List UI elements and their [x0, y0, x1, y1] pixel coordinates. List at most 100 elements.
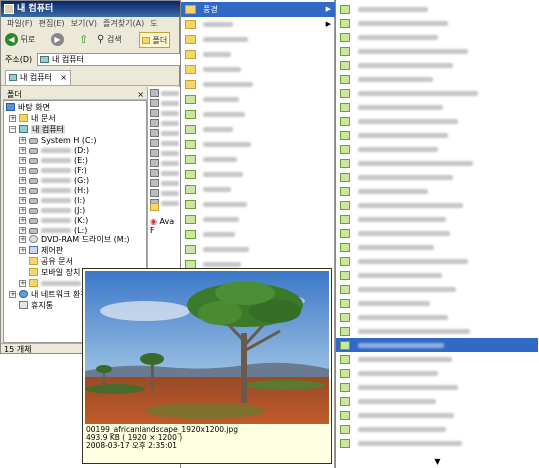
menu-item[interactable]: [336, 380, 538, 394]
expand-icon[interactable]: +: [19, 280, 26, 287]
menu-item[interactable]: [336, 436, 538, 450]
menu-item[interactable]: [336, 2, 538, 16]
menu-item[interactable]: [336, 282, 538, 296]
menu-item[interactable]: [181, 32, 335, 47]
tree-item-mobile[interactable]: 모바일 장치: [19, 267, 80, 278]
expand-icon[interactable]: +: [19, 217, 26, 224]
drive-list-icon[interactable]: [150, 119, 159, 127]
expand-icon[interactable]: +: [9, 115, 16, 122]
menu-item[interactable]: [336, 142, 538, 156]
expand-icon[interactable]: +: [19, 177, 26, 184]
tree-item-recycle-bin[interactable]: 휴지통: [9, 300, 53, 311]
menu-item[interactable]: [336, 226, 538, 240]
search-button[interactable]: ⚲ 검색: [97, 32, 122, 48]
menu-item[interactable]: ▶: [181, 17, 335, 32]
menu-item[interactable]: [336, 352, 538, 366]
menu-item[interactable]: [336, 408, 538, 422]
menu-item[interactable]: [336, 254, 538, 268]
drive-list-icon[interactable]: [150, 139, 159, 147]
menu-item[interactable]: [336, 114, 538, 128]
drive-list-icon[interactable]: [150, 99, 159, 107]
drive-list-icon[interactable]: [150, 149, 159, 157]
menu-item[interactable]: [336, 268, 538, 282]
menu-item[interactable]: [336, 58, 538, 72]
menu-item[interactable]: [181, 62, 335, 77]
folders-button[interactable]: 폴더: [139, 32, 171, 48]
expand-icon[interactable]: +: [19, 137, 26, 144]
menu-item[interactable]: [181, 77, 335, 92]
drive-list-icon[interactable]: [150, 89, 159, 97]
menu-item[interactable]: [181, 182, 335, 197]
pane-close-icon[interactable]: ×: [137, 89, 144, 100]
menu-item[interactable]: [336, 30, 538, 44]
drive-list-icon[interactable]: [150, 109, 159, 117]
menu-item[interactable]: [336, 16, 538, 30]
drive-list-icon[interactable]: [150, 189, 159, 197]
menu-item[interactable]: [336, 310, 538, 324]
up-folder-button[interactable]: ⇧: [79, 32, 88, 48]
menu-item[interactable]: [181, 137, 335, 152]
tree-item-control-panel[interactable]: + 제어판: [19, 245, 63, 256]
menu-item[interactable]: [336, 156, 538, 170]
menu-item[interactable]: [336, 72, 538, 86]
menu-item[interactable]: [181, 92, 335, 107]
menu-item[interactable]: [336, 366, 538, 380]
menu-view[interactable]: 보기(V): [71, 19, 97, 28]
menu-item[interactable]: [336, 240, 538, 254]
folder-icon[interactable]: [150, 203, 159, 211]
tab-close-icon[interactable]: ×: [60, 71, 67, 85]
menu-file[interactable]: 파일(F): [7, 19, 33, 28]
menu-item[interactable]: [181, 197, 335, 212]
menu-item[interactable]: [336, 100, 538, 114]
tree-item-my-computer[interactable]: − 내 컴퓨터: [9, 124, 65, 135]
menu-item[interactable]: [181, 152, 335, 167]
tree-item-shared-docs[interactable]: 공유 문서: [19, 256, 73, 267]
expand-icon[interactable]: +: [19, 157, 26, 164]
collapse-icon[interactable]: −: [9, 126, 16, 133]
menu-item[interactable]: [336, 198, 538, 212]
forward-button[interactable]: ▶: [51, 32, 64, 48]
drive-list-icon[interactable]: [150, 129, 159, 137]
menu-item[interactable]: [181, 242, 335, 257]
menu-item[interactable]: [336, 184, 538, 198]
tree-item-my-documents[interactable]: + 내 문서: [9, 113, 56, 124]
address-bar[interactable]: 내 컴퓨터: [37, 53, 181, 66]
menu-item[interactable]: [336, 324, 538, 338]
menu-item[interactable]: [181, 122, 335, 137]
drive-list-icon[interactable]: [150, 179, 159, 187]
expand-icon[interactable]: +: [19, 227, 26, 234]
menu-item[interactable]: [181, 212, 335, 227]
drive-list-icon[interactable]: [150, 169, 159, 177]
menu-item[interactable]: [336, 128, 538, 142]
scroll-down-icon[interactable]: ▼: [336, 457, 539, 466]
title-bar[interactable]: 내 컴퓨터: [1, 1, 181, 17]
menu-item[interactable]: [181, 107, 335, 122]
expand-icon[interactable]: +: [9, 291, 16, 298]
back-button[interactable]: ◀ 뒤로: [5, 32, 35, 48]
menu-item[interactable]: [181, 47, 335, 62]
menu-item[interactable]: [336, 422, 538, 436]
tab-my-computer[interactable]: 내 컴퓨터 ×: [5, 70, 71, 85]
tree-item-network[interactable]: + 내 네트워크 환경: [9, 289, 88, 300]
menu-item[interactable]: [336, 44, 538, 58]
expand-icon[interactable]: +: [19, 207, 26, 214]
menu-item[interactable]: [336, 86, 538, 100]
expand-icon[interactable]: +: [19, 187, 26, 194]
menu-item[interactable]: [181, 227, 335, 242]
menu-item[interactable]: [181, 167, 335, 182]
expand-icon[interactable]: +: [19, 197, 26, 204]
menu-tools[interactable]: 도: [150, 19, 157, 28]
menu-edit[interactable]: 편집(E): [39, 19, 65, 28]
menu-item-selected[interactable]: [336, 338, 538, 352]
menu-item[interactable]: [336, 296, 538, 310]
tree-item-hidden[interactable]: +: [19, 278, 81, 289]
tree-item-drive[interactable]: + (L:): [19, 225, 87, 236]
expand-icon[interactable]: +: [19, 147, 26, 154]
expand-icon[interactable]: +: [19, 247, 26, 254]
menu-favorites[interactable]: 즐겨찾기(A): [103, 19, 144, 28]
file-item[interactable]: ◉ Ava F: [150, 217, 181, 235]
tree-item-desktop[interactable]: 바탕 화면: [6, 102, 50, 113]
menu-item[interactable]: [336, 170, 538, 184]
menu-item-selected[interactable]: 풍경 ▶: [181, 2, 335, 17]
menu-item[interactable]: [336, 212, 538, 226]
